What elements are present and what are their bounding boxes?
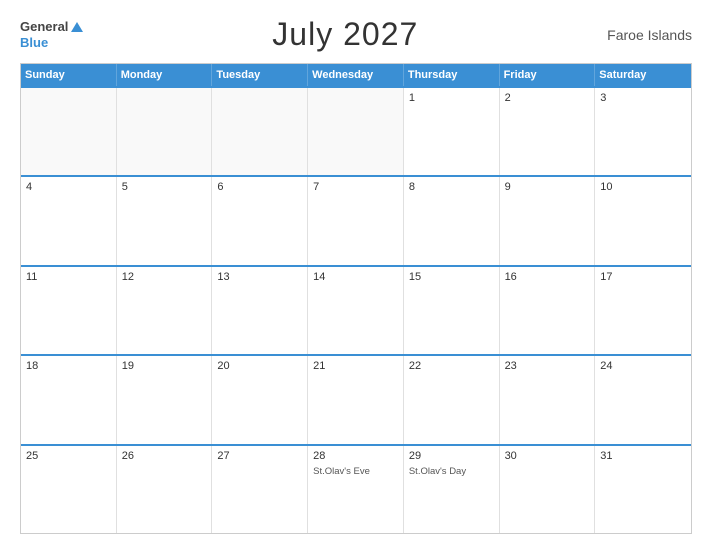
week-1: 1 2 3 [21,86,691,175]
day-number: 19 [122,360,207,372]
day-number: 7 [313,181,398,193]
cell-20: 20 [212,356,308,443]
day-number: 18 [26,360,111,372]
cell-23: 23 [500,356,596,443]
logo: General Blue [20,19,83,50]
day-number: 31 [600,450,686,462]
cell-11: 11 [21,267,117,354]
day-number: 25 [26,450,111,462]
day-number: 29 [409,450,494,462]
day-number: 15 [409,271,494,283]
day-number: 20 [217,360,302,372]
col-tuesday: Tuesday [212,64,308,86]
region-label: Faroe Islands [607,27,692,43]
day-number: 13 [217,271,302,283]
cell-29: 29 St.Olav's Day [404,446,500,533]
day-number: 28 [313,450,398,462]
cell-9: 9 [500,177,596,264]
cell-8: 8 [404,177,500,264]
cell-17: 17 [595,267,691,354]
day-number: 8 [409,181,494,193]
cell-empty [212,88,308,175]
page: General Blue July 2027 Faroe Islands Sun… [0,0,712,550]
col-thursday: Thursday [404,64,500,86]
cell-24: 24 [595,356,691,443]
cell-25: 25 [21,446,117,533]
cell-12: 12 [117,267,213,354]
col-monday: Monday [117,64,213,86]
cell-30: 30 [500,446,596,533]
event-st-olavs-day: St.Olav's Day [409,466,494,478]
col-wednesday: Wednesday [308,64,404,86]
cell-2: 2 [500,88,596,175]
cell-16: 16 [500,267,596,354]
day-number: 12 [122,271,207,283]
day-number: 14 [313,271,398,283]
day-number: 26 [122,450,207,462]
week-4: 18 19 20 21 22 23 24 [21,354,691,443]
day-number: 21 [313,360,398,372]
day-number: 23 [505,360,590,372]
cell-27: 27 [212,446,308,533]
cell-28: 28 St.Olav's Eve [308,446,404,533]
calendar-body: 1 2 3 4 5 6 [21,86,691,533]
day-number: 30 [505,450,590,462]
logo-triangle-icon [71,22,83,32]
day-number: 24 [600,360,686,372]
cell-14: 14 [308,267,404,354]
day-number: 4 [26,181,111,193]
cell-15: 15 [404,267,500,354]
header: General Blue July 2027 Faroe Islands [20,16,692,53]
week-3: 11 12 13 14 15 16 17 [21,265,691,354]
logo-line1: General [20,19,83,35]
calendar: Sunday Monday Tuesday Wednesday Thursday… [20,63,692,534]
cell-26: 26 [117,446,213,533]
cell-10: 10 [595,177,691,264]
cell-31: 31 [595,446,691,533]
col-sunday: Sunday [21,64,117,86]
cell-empty [308,88,404,175]
calendar-header: Sunday Monday Tuesday Wednesday Thursday… [21,64,691,86]
day-number: 17 [600,271,686,283]
cell-4: 4 [21,177,117,264]
logo-general-text: General [20,19,68,35]
col-saturday: Saturday [595,64,691,86]
month-title: July 2027 [272,16,418,53]
logo-line2: Blue [20,35,83,51]
cell-22: 22 [404,356,500,443]
cell-6: 6 [212,177,308,264]
cell-5: 5 [117,177,213,264]
col-friday: Friday [500,64,596,86]
cell-empty [117,88,213,175]
day-number: 6 [217,181,302,193]
event-st-olavs-eve: St.Olav's Eve [313,466,398,478]
day-number: 27 [217,450,302,462]
day-number: 2 [505,92,590,104]
cell-18: 18 [21,356,117,443]
day-number: 11 [26,271,111,283]
cell-13: 13 [212,267,308,354]
cell-3: 3 [595,88,691,175]
week-5: 25 26 27 28 St.Olav's Eve 29 St.Olav's D… [21,444,691,533]
cell-21: 21 [308,356,404,443]
cell-7: 7 [308,177,404,264]
cell-1: 1 [404,88,500,175]
day-number: 22 [409,360,494,372]
day-number: 16 [505,271,590,283]
logo-blue-text: Blue [20,35,48,51]
day-number: 5 [122,181,207,193]
day-number: 10 [600,181,686,193]
cell-19: 19 [117,356,213,443]
week-2: 4 5 6 7 8 9 10 [21,175,691,264]
day-number: 9 [505,181,590,193]
day-number: 1 [409,92,494,104]
cell-empty [21,88,117,175]
day-number: 3 [600,92,686,104]
